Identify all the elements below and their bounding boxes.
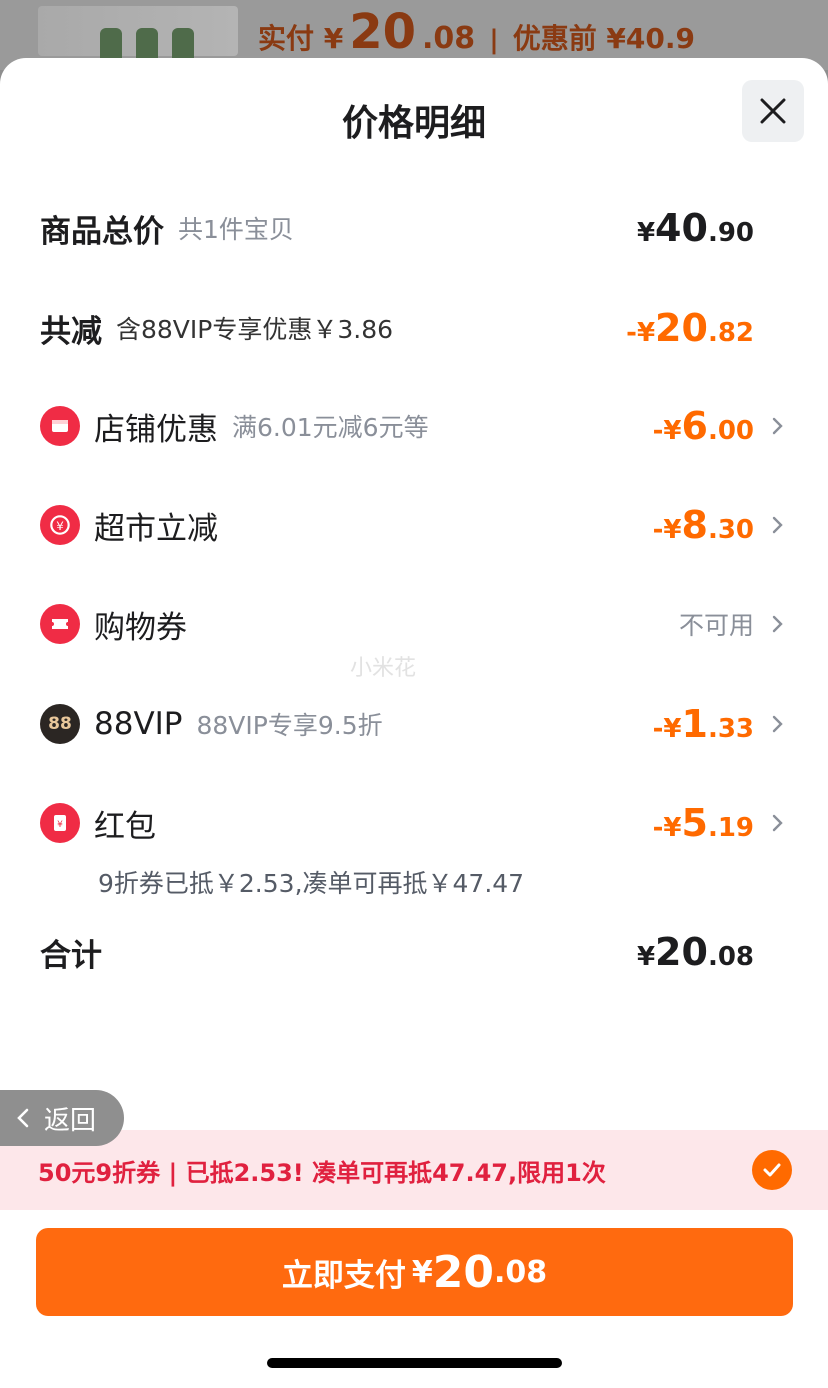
voucher-status: 不可用: [678, 611, 754, 640]
supermarket-discount-amount: -¥ 8.30: [653, 503, 754, 547]
currency: -¥: [626, 318, 656, 348]
chevron-right-icon: [772, 516, 783, 534]
row-sub: 88VIP专享9.5折: [196, 711, 383, 740]
grand-total-amount: ¥20.08: [637, 930, 754, 974]
product-thumbnail: [38, 6, 238, 62]
amount-dec: .00: [707, 416, 754, 446]
red-packet-icon: ¥: [40, 803, 80, 843]
red-packet-amount: -¥ 5.19: [653, 801, 754, 845]
amount-int: 5: [681, 801, 708, 845]
chevron-right-icon: [772, 417, 783, 435]
amount-int: 1: [681, 702, 708, 746]
row-sub: 含88VIP专享优惠￥3.86: [116, 315, 394, 344]
back-label: 返回: [44, 1105, 97, 1136]
currency: ¥: [636, 942, 656, 972]
row-total-price: 商品总价 共1件宝贝 ¥40.90: [40, 198, 790, 258]
chevron-right-icon: [772, 715, 783, 733]
amount-int: 20: [655, 930, 708, 974]
chevron-left-icon: [17, 1108, 29, 1128]
total-price-amount: ¥40.90: [637, 206, 754, 250]
before-discount-label: 优惠前 ¥40.9: [512, 22, 696, 55]
ticket-icon: [40, 604, 80, 644]
amount-int: 6: [681, 404, 708, 448]
svg-text:¥: ¥: [57, 820, 63, 830]
currency: ¥: [636, 218, 656, 248]
row-sub: 共1件宝贝: [178, 215, 294, 244]
discount-amount: -¥ 20.82: [626, 306, 754, 350]
row-label: 超市立减: [94, 510, 218, 547]
bottle-icon: [100, 28, 122, 62]
back-button[interactable]: 返回: [0, 1090, 124, 1146]
amount-dec: .82: [707, 318, 754, 348]
sheet-title: 价格明细: [341, 103, 486, 144]
amount-dec: .90: [707, 218, 754, 248]
row-shop-discount[interactable]: 店铺优惠 满6.01元减6元等 -¥ 6.00: [40, 396, 790, 456]
amount-dec: .30: [707, 515, 754, 545]
pay-label: 立即支付: [281, 1257, 406, 1294]
close-icon: [760, 98, 786, 124]
separator: |: [489, 25, 499, 55]
amount-dec: .33: [707, 714, 754, 744]
row-supermarket-discount[interactable]: ¥ 超市立减 -¥ 8.30: [40, 495, 790, 555]
currency: -¥: [652, 515, 682, 545]
chevron-right-icon: [772, 615, 783, 633]
row-shopping-voucher[interactable]: 购物券 不可用: [40, 594, 790, 654]
vip-88-icon: 88: [40, 704, 80, 744]
paid-int: 20: [349, 4, 417, 60]
close-button[interactable]: [742, 80, 804, 142]
row-label: 购物券: [94, 609, 187, 646]
check-icon[interactable]: [752, 1150, 792, 1190]
row-total-discount: 共减 含88VIP专享优惠￥3.86 -¥ 20.82: [40, 298, 790, 358]
pay-amount-int: 20: [432, 1246, 494, 1298]
row-label: 商品总价: [40, 213, 164, 250]
row-sub: 满6.01元减6元等: [232, 413, 429, 442]
row-label: 共减: [40, 313, 102, 350]
row-red-packet[interactable]: ¥ 红包 -¥ 5.19: [40, 793, 790, 853]
vip-discount-amount: -¥ 1.33: [653, 702, 754, 746]
bottle-icon: [172, 28, 194, 62]
paid-label: 实付 ¥: [258, 22, 344, 55]
row-label: 红包: [94, 808, 156, 845]
coupon-bar[interactable]: 50元9折券 | 已抵2.53! 凑单可再抵47.47,限用1次: [0, 1130, 828, 1210]
amount-dec: .19: [707, 813, 754, 843]
currency: -¥: [652, 813, 682, 843]
amount-int: 20: [655, 306, 708, 350]
shop-icon: [40, 406, 80, 446]
home-indicator[interactable]: [267, 1358, 562, 1368]
pay-amount-dec: .08: [493, 1254, 548, 1290]
bottle-icon: [136, 28, 158, 62]
amount-dec: .08: [707, 942, 754, 972]
paid-dec: .08: [422, 21, 476, 56]
row-label: 合计: [40, 937, 102, 974]
row-label: 88VIP: [94, 706, 183, 742]
row-grand-total: 合计 ¥20.08: [40, 922, 790, 982]
amount-int: 8: [681, 503, 708, 547]
coupon-text: 50元9折券 | 已抵2.53! 凑单可再抵47.47,限用1次: [38, 1158, 606, 1187]
shop-discount-amount: -¥ 6.00: [653, 404, 754, 448]
background-price-summary: 实付 ¥ 20.08 | 优惠前 ¥40.9: [258, 4, 695, 60]
red-packet-note: 9折券已抵￥2.53,凑单可再抵￥47.47: [98, 869, 525, 898]
svg-text:¥: ¥: [56, 519, 64, 533]
currency: -¥: [652, 416, 682, 446]
yuan-coin-icon: ¥: [40, 505, 80, 545]
row-label: 店铺优惠: [94, 411, 218, 448]
pay-now-button[interactable]: 立即支付 ¥20.08: [36, 1228, 793, 1316]
chevron-right-icon: [772, 814, 783, 832]
currency: ¥: [411, 1254, 433, 1290]
row-88vip[interactable]: 88 88VIP 88VIP专享9.5折 -¥ 1.33: [40, 694, 790, 754]
amount-int: 40: [655, 206, 708, 250]
watermark: 小米花: [350, 656, 417, 681]
currency: -¥: [652, 714, 682, 744]
